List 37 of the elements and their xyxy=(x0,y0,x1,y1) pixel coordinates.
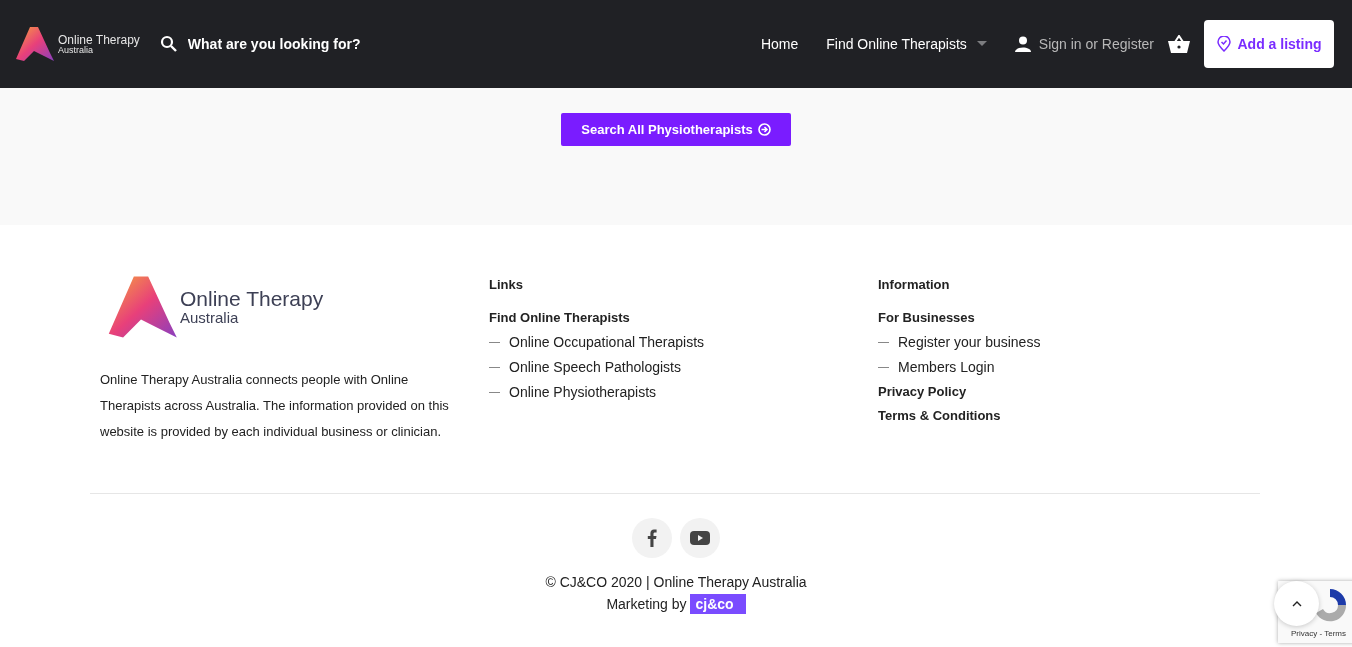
logo-subtitle: Australia xyxy=(58,45,94,55)
add-listing-button[interactable]: Add a listing xyxy=(1204,20,1334,68)
chevron-up-icon xyxy=(1291,600,1302,607)
search-icon xyxy=(159,35,178,53)
column-title: Links xyxy=(489,277,524,292)
footer-link[interactable]: Online Speech Pathologists xyxy=(509,355,681,380)
footer-link[interactable]: Members Login xyxy=(898,355,995,380)
recaptcha-links[interactable]: Privacy - Terms xyxy=(1291,629,1346,638)
arrow-circle-icon xyxy=(757,123,771,136)
user-icon xyxy=(1014,36,1031,52)
footer-link[interactable]: Online Occupational Therapists xyxy=(509,330,705,355)
logo-name: Online Therapy xyxy=(58,33,140,46)
about-text: Online Therapy Australia connects people with Online Therapists across Australia. The information provided on this website is provided by each individual business or clinician. xyxy=(100,371,450,441)
facebook-button[interactable] xyxy=(632,518,672,558)
copyright-text: © CJ&CO 2020 | Online Therapy Australia xyxy=(544,574,808,590)
footer-link[interactable]: Terms & Conditions xyxy=(878,404,1267,428)
pin-check-icon xyxy=(1216,36,1231,52)
youtube-icon xyxy=(690,531,710,545)
basket-icon[interactable] xyxy=(1168,35,1190,53)
footer-link[interactable]: For Businesses xyxy=(878,306,1267,330)
youtube-button[interactable] xyxy=(680,518,720,558)
sign-in-link[interactable]: Sign in or Register xyxy=(1038,36,1154,52)
search-field[interactable]: What are you looking for? xyxy=(159,35,390,53)
footer-link[interactable]: Privacy Policy xyxy=(878,380,1267,404)
column-title: Information xyxy=(878,277,951,292)
nav-link[interactable]: Home xyxy=(760,36,799,52)
agency-link[interactable]: cj&co xyxy=(690,594,746,614)
nav-link[interactable]: Find Online Therapists xyxy=(826,36,967,52)
facebook-icon xyxy=(647,529,657,547)
footer-link[interactable]: Find Online Therapists xyxy=(489,306,878,330)
logo-name: Online Therapy xyxy=(180,288,324,311)
logo-icon[interactable] xyxy=(14,25,54,63)
footer-link[interactable]: Online Physiotherapists xyxy=(509,380,657,405)
search-all-button[interactable]: Search All Physiotherapists xyxy=(561,113,791,146)
logo-subtitle: Australia xyxy=(180,310,240,326)
marketing-text: Marketing by xyxy=(606,596,687,612)
footer-link[interactable]: Register your business xyxy=(898,330,1041,355)
